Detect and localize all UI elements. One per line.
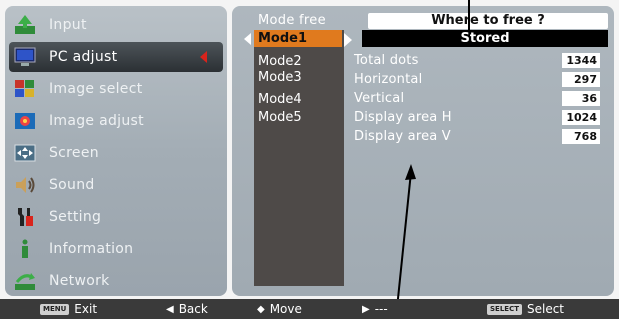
info-row-vertical: Vertical 36: [354, 91, 608, 108]
menu-item-label: Setting: [49, 209, 102, 225]
info-row-total-dots: Total dots 1344: [354, 53, 608, 70]
mode-list: Mode1 Mode2 Mode3 Mode4 Mode5: [254, 30, 344, 286]
back-label: Back: [178, 302, 208, 316]
select-hint: SELECT Select: [487, 302, 564, 316]
menu-item-image-select[interactable]: Image select: [9, 74, 223, 104]
menu-item-label: Screen: [49, 145, 99, 161]
mode-item-mode5[interactable]: Mode5: [258, 110, 302, 125]
menu-item-screen[interactable]: Screen: [9, 138, 223, 168]
info-label: Total dots: [354, 53, 419, 68]
info-label: Vertical: [354, 91, 405, 106]
info-row-display-area-v: Display area V 768: [354, 129, 608, 146]
selected-arrow-icon: [200, 51, 207, 63]
info-value: 1344: [562, 53, 600, 68]
info-value: 768: [562, 129, 600, 144]
select-label: Select: [526, 302, 565, 316]
where-to-free-prompt: Where to free ?: [368, 13, 608, 29]
mode-pointer-icon: [344, 33, 352, 47]
move-hint: ◆ Move: [257, 302, 302, 316]
exit-label: Exit: [74, 302, 98, 316]
setting-icon: [12, 206, 38, 228]
stored-status: Stored: [362, 30, 608, 47]
info-value: 297: [562, 72, 600, 87]
screen-icon: [12, 142, 38, 164]
mode-item-mode4[interactable]: Mode4: [258, 92, 302, 107]
information-icon: [12, 238, 38, 260]
menu-item-input[interactable]: Input: [9, 10, 223, 40]
info-row-display-area-h: Display area H 1024: [354, 110, 608, 127]
menu-item-label: PC adjust: [49, 49, 118, 65]
menu-item-network[interactable]: Network: [9, 266, 223, 296]
info-row-horizontal: Horizontal 297: [354, 72, 608, 89]
callout-line-top: [468, 0, 470, 30]
next-label: ---: [374, 302, 388, 316]
pc-adjust-icon: [12, 46, 38, 68]
exit-hint: MENU Exit: [40, 302, 97, 316]
mode-item-mode2[interactable]: Mode2: [258, 54, 302, 69]
back-arrow-icon: ◀: [166, 303, 174, 315]
select-key-badge: SELECT: [487, 303, 522, 315]
main-menu-panel: Input PC adjust Image select Image adjus…: [5, 6, 227, 296]
mode-item-mode3[interactable]: Mode3: [258, 70, 302, 85]
submenu-panel: Mode free Where to free ? Mode1 Mode2 Mo…: [232, 6, 614, 296]
info-value: 1024: [562, 110, 600, 125]
callout-arrow-icon: [395, 164, 416, 319]
mode-item-mode1[interactable]: Mode1: [254, 30, 342, 47]
image-adjust-icon: [12, 110, 38, 132]
forward-arrow-icon: ▶: [362, 303, 370, 315]
projector-osd: Input PC adjust Image select Image adjus…: [0, 0, 619, 319]
menu-item-label: Information: [49, 241, 134, 257]
network-icon: [12, 270, 38, 292]
info-label: Horizontal: [354, 72, 423, 87]
menu-item-label: Network: [49, 273, 110, 289]
mode-left-arrow-icon: [244, 33, 251, 45]
mode-free-label: Mode free: [258, 13, 326, 28]
menu-item-image-adjust[interactable]: Image adjust: [9, 106, 223, 136]
menu-key-badge: MENU: [40, 303, 70, 315]
info-value: 36: [562, 91, 600, 106]
menu-item-setting[interactable]: Setting: [9, 202, 223, 232]
menu-item-label: Image select: [49, 81, 143, 97]
image-select-icon: [12, 78, 38, 100]
sound-icon: [12, 174, 38, 196]
info-label: Display area V: [354, 129, 451, 144]
menu-item-label: Sound: [49, 177, 95, 193]
move-label: Move: [269, 302, 302, 316]
next-hint: ▶ ---: [362, 302, 388, 316]
menu-item-sound[interactable]: Sound: [9, 170, 223, 200]
bottom-help-bar: MENU Exit ◀ Back ◆ Move ▶ --- SELECT Sel…: [0, 299, 619, 319]
input-icon: [12, 14, 38, 36]
info-label: Display area H: [354, 110, 452, 125]
menu-item-information[interactable]: Information: [9, 234, 223, 264]
back-hint: ◀ Back: [166, 302, 208, 316]
menu-item-label: Image adjust: [49, 113, 144, 129]
menu-item-label: Input: [49, 17, 87, 33]
menu-item-pc-adjust[interactable]: PC adjust: [9, 42, 223, 72]
up-down-arrow-icon: ◆: [257, 303, 265, 315]
